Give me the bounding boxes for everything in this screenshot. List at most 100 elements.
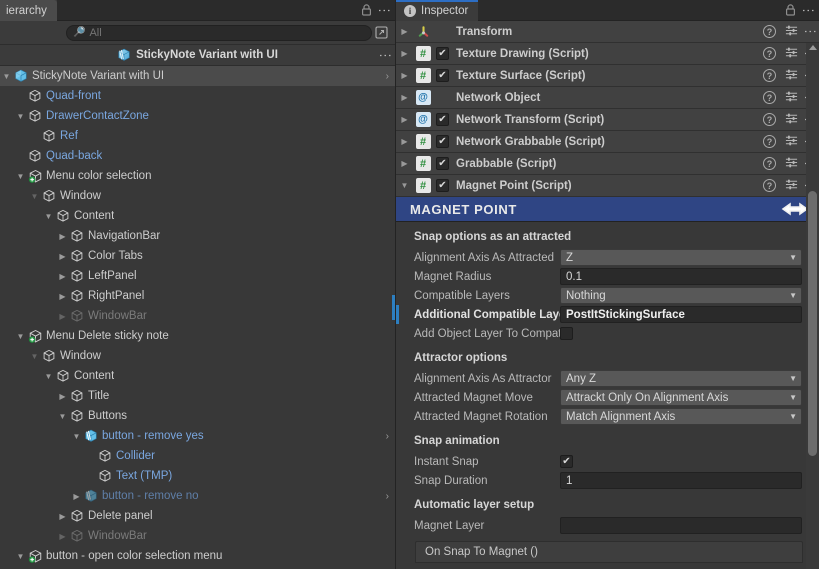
open-prefab-chevron-icon[interactable]: › bbox=[386, 491, 389, 502]
component-enabled-checkbox[interactable]: ✔ bbox=[436, 47, 449, 60]
lock-icon[interactable] bbox=[785, 4, 796, 16]
hierarchy-item[interactable]: ▶ button - remove no › bbox=[0, 486, 395, 506]
expand-arrow-icon[interactable]: ▶ bbox=[56, 232, 69, 241]
preset-sliders-icon[interactable] bbox=[785, 112, 798, 128]
lock-icon[interactable] bbox=[361, 4, 372, 16]
hierarchy-item[interactable]: ▼ Menu Delete sticky note bbox=[0, 326, 395, 346]
hierarchy-item[interactable]: ▼ Content bbox=[0, 206, 395, 226]
component-expand-arrow-icon[interactable]: ▶ bbox=[396, 49, 413, 58]
tab-inspector[interactable]: i Inspector bbox=[396, 0, 479, 21]
open-prefab-chevron-icon[interactable]: › bbox=[386, 431, 389, 442]
expand-arrow-icon[interactable]: ▼ bbox=[0, 72, 13, 81]
property-text-input[interactable]: 1 bbox=[560, 472, 802, 489]
help-icon[interactable]: ? bbox=[763, 91, 776, 104]
component-enabled-checkbox[interactable]: ✔ bbox=[436, 157, 449, 170]
hierarchy-tree[interactable]: ▼ StickyNote Variant with UI › Quad-front ▼ D… bbox=[0, 66, 395, 569]
property-checkbox[interactable]: ✔ bbox=[560, 455, 573, 468]
expand-arrow-icon[interactable]: ▼ bbox=[14, 112, 27, 121]
expand-window-icon[interactable] bbox=[372, 26, 390, 39]
hierarchy-item[interactable]: ▼ Buttons bbox=[0, 406, 395, 426]
hierarchy-item[interactable]: Quad-front bbox=[0, 86, 395, 106]
expand-arrow-icon[interactable]: ▼ bbox=[42, 372, 55, 381]
hierarchy-item[interactable]: ▼ DrawerContactZone bbox=[0, 106, 395, 126]
component-expand-arrow-icon[interactable]: ▶ bbox=[396, 27, 413, 36]
property-dropdown[interactable]: Attrackt Only On Alignment Axis ▼ bbox=[560, 389, 802, 406]
help-icon[interactable]: ? bbox=[763, 179, 776, 192]
expand-arrow-icon[interactable]: ▶ bbox=[56, 312, 69, 321]
help-icon[interactable]: ? bbox=[763, 69, 776, 82]
preset-sliders-icon[interactable] bbox=[785, 90, 798, 106]
preset-sliders-icon[interactable] bbox=[785, 24, 798, 40]
hierarchy-item[interactable]: Text (TMP) bbox=[0, 466, 395, 486]
component-enabled-checkbox[interactable]: ✔ bbox=[436, 113, 449, 126]
tab-hierarchy[interactable]: ierarchy bbox=[0, 0, 57, 21]
expand-arrow-icon[interactable]: ▶ bbox=[56, 292, 69, 301]
component-header[interactable]: ▶ Transform? ⋮ bbox=[396, 21, 819, 43]
kebab-menu-icon[interactable]: ⋮ bbox=[377, 4, 392, 17]
on-snap-to-magnet-event[interactable]: On Snap To Magnet () bbox=[415, 541, 803, 563]
component-enabled-checkbox[interactable]: ✔ bbox=[436, 69, 449, 82]
expand-arrow-icon[interactable]: ▼ bbox=[56, 412, 69, 421]
help-icon[interactable]: ? bbox=[763, 25, 776, 38]
expand-arrow-icon[interactable]: ▶ bbox=[56, 252, 69, 261]
property-checkbox[interactable]: ✔ bbox=[560, 327, 573, 340]
help-icon[interactable]: ? bbox=[763, 157, 776, 170]
property-text-input[interactable]: 0.1 bbox=[560, 268, 802, 285]
component-expand-arrow-icon[interactable]: ▶ bbox=[396, 159, 413, 168]
hierarchy-item[interactable]: ▶ Title bbox=[0, 386, 395, 406]
component-header[interactable]: ▶#✔Network Grabbable (Script)?⋮ bbox=[396, 131, 819, 153]
preset-sliders-icon[interactable] bbox=[785, 156, 798, 172]
component-expand-arrow-icon[interactable]: ▶ bbox=[396, 115, 413, 124]
expand-arrow-icon[interactable]: ▼ bbox=[14, 552, 27, 561]
breadcrumb-kebab-menu-icon[interactable]: ⋮ bbox=[378, 49, 393, 62]
component-enabled-checkbox[interactable]: ✔ bbox=[436, 179, 449, 192]
help-icon[interactable]: ? bbox=[763, 135, 776, 148]
hierarchy-item[interactable]: ▶ NavigationBar bbox=[0, 226, 395, 246]
hierarchy-item[interactable]: ▶ WindowBar bbox=[0, 526, 395, 546]
open-prefab-chevron-icon[interactable]: › bbox=[386, 71, 389, 82]
scroll-up-arrow-icon[interactable] bbox=[809, 45, 817, 50]
hierarchy-item[interactable]: ▼ button - open color selection menu bbox=[0, 546, 395, 566]
inspector-scrollbar[interactable] bbox=[806, 43, 819, 569]
preset-sliders-icon[interactable] bbox=[785, 46, 798, 62]
hierarchy-item[interactable]: ▶ Color Tabs bbox=[0, 246, 395, 266]
component-expand-arrow-icon[interactable]: ▶ bbox=[396, 137, 413, 146]
hierarchy-item[interactable]: ▼ Content bbox=[0, 366, 395, 386]
expand-arrow-icon[interactable]: ▶ bbox=[56, 532, 69, 541]
property-text-input[interactable] bbox=[560, 517, 802, 534]
kebab-menu-icon[interactable]: ⋮ bbox=[801, 4, 816, 17]
hierarchy-item[interactable]: ▶ LeftPanel bbox=[0, 266, 395, 286]
hierarchy-item[interactable]: ▼ Window bbox=[0, 186, 395, 206]
hierarchy-item[interactable]: ▶ RightPanel bbox=[0, 286, 395, 306]
expand-arrow-icon[interactable]: ▼ bbox=[70, 432, 83, 441]
expand-arrow-icon[interactable]: ▶ bbox=[56, 512, 69, 521]
hierarchy-item[interactable]: Collider bbox=[0, 446, 395, 466]
hierarchy-item[interactable]: ▼ Window bbox=[0, 346, 395, 366]
expand-arrow-icon[interactable]: ▼ bbox=[42, 212, 55, 221]
component-header[interactable]: ▶#✔Texture Surface (Script)?⋮ bbox=[396, 65, 819, 87]
preset-sliders-icon[interactable] bbox=[785, 68, 798, 84]
property-dropdown[interactable]: Any Z ▼ bbox=[560, 370, 802, 387]
expand-arrow-icon[interactable]: ▼ bbox=[28, 192, 41, 201]
hierarchy-item[interactable]: Quad-back bbox=[0, 146, 395, 166]
expand-arrow-icon[interactable]: ▶ bbox=[70, 492, 83, 501]
scrollbar-thumb[interactable] bbox=[808, 191, 817, 456]
kebab-menu-icon[interactable]: ⋮ bbox=[803, 25, 818, 38]
property-dropdown[interactable]: Z ▼ bbox=[560, 249, 802, 266]
hierarchy-item[interactable]: ▶ Delete panel bbox=[0, 506, 395, 526]
preset-sliders-icon[interactable] bbox=[785, 134, 798, 150]
component-header[interactable]: ▶@Network Object?⋮ bbox=[396, 87, 819, 109]
hierarchy-item[interactable]: ▶ WindowBar bbox=[0, 306, 395, 326]
hierarchy-item[interactable]: ▼ StickyNote Variant with UI › bbox=[0, 66, 395, 86]
property-dropdown[interactable]: Nothing ▼ bbox=[560, 287, 802, 304]
help-icon[interactable]: ? bbox=[763, 113, 776, 126]
component-header[interactable]: ▶@✔Network Transform (Script)?⋮ bbox=[396, 109, 819, 131]
hierarchy-item[interactable]: ▼ button - remove yes › bbox=[0, 426, 395, 446]
expand-arrow-icon[interactable]: ▼ bbox=[28, 352, 41, 361]
hierarchy-item[interactable]: Ref bbox=[0, 126, 395, 146]
expand-arrow-icon[interactable]: ▶ bbox=[56, 272, 69, 281]
component-expand-arrow-icon[interactable]: ▶ bbox=[396, 71, 413, 80]
property-text-input[interactable]: PostItStickingSurface bbox=[560, 306, 802, 323]
component-header[interactable]: ▶#✔Grabbable (Script)?⋮ bbox=[396, 153, 819, 175]
expand-arrow-icon[interactable]: ▼ bbox=[14, 172, 27, 181]
